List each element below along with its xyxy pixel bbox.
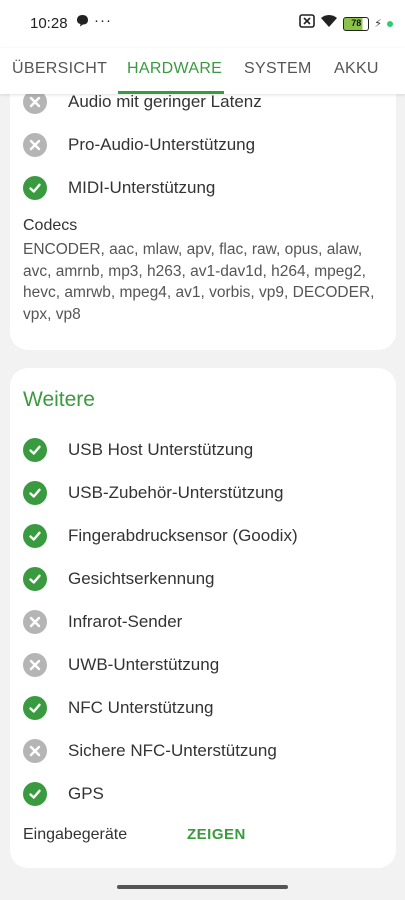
feature-row: MIDI-Unterstützung bbox=[23, 176, 215, 200]
feature-row: Audio mit geringer Latenz bbox=[23, 94, 262, 114]
supported-check-icon bbox=[23, 696, 47, 720]
other-features-card: Weitere USB Host Unterstützung USB-Zubeh… bbox=[10, 368, 396, 868]
feature-label: Fingerabdrucksensor (Goodix) bbox=[68, 526, 298, 545]
charging-icon: ⚡ bbox=[374, 18, 382, 30]
gesture-handle[interactable] bbox=[117, 885, 288, 889]
feature-row: Fingerabdrucksensor (Goodix) bbox=[23, 524, 298, 548]
supported-check-icon bbox=[23, 567, 47, 591]
supported-check-icon bbox=[23, 481, 47, 505]
feature-row: NFC Unterstützung bbox=[23, 696, 214, 720]
unsupported-icon bbox=[23, 610, 47, 634]
unsupported-icon bbox=[23, 653, 47, 677]
status-time: 10:28 bbox=[30, 15, 68, 32]
feature-row: GPS bbox=[23, 782, 104, 806]
feature-row: UWB-Unterstützung bbox=[23, 653, 219, 677]
feature-label: Gesichtserkennung bbox=[68, 569, 215, 588]
supported-check-icon bbox=[23, 524, 47, 548]
supported-check-icon bbox=[23, 176, 47, 200]
feature-label: Sichere NFC-Unterstützung bbox=[68, 741, 277, 760]
section-title: Weitere bbox=[23, 388, 95, 411]
supported-check-icon bbox=[23, 438, 47, 462]
unsupported-icon bbox=[23, 133, 47, 157]
tab-hardware[interactable]: HARDWARE bbox=[127, 60, 222, 78]
unsupported-icon bbox=[23, 739, 47, 763]
more-notifications-icon: ··· bbox=[94, 12, 112, 29]
feature-label: Infrarot-Sender bbox=[68, 612, 183, 631]
feature-row: USB-Zubehör-Unterstützung bbox=[23, 481, 283, 505]
supported-check-icon bbox=[23, 782, 47, 806]
privacy-indicator-icon bbox=[387, 20, 393, 27]
scroll-content[interactable]: Audio mit geringer Latenz Pro-Audio-Unte… bbox=[0, 94, 405, 878]
tab-overview[interactable]: ÜBERSICHT bbox=[12, 60, 107, 78]
feature-label: NFC Unterstützung bbox=[68, 698, 214, 717]
show-input-devices-button[interactable]: ZEIGEN bbox=[187, 826, 246, 843]
feature-label: MIDI-Unterstützung bbox=[68, 178, 216, 197]
feature-label: UWB-Unterstützung bbox=[68, 655, 220, 674]
active-tab-indicator bbox=[118, 91, 224, 94]
feature-label: Audio mit geringer Latenz bbox=[68, 94, 262, 111]
feature-label: USB Host Unterstützung bbox=[68, 440, 254, 459]
status-bar: 10:28 ··· 78 ⚡ bbox=[0, 0, 405, 48]
tab-battery[interactable]: AKKU bbox=[334, 60, 379, 78]
feature-label: GPS bbox=[68, 784, 104, 803]
feature-row: Gesichtserkennung bbox=[23, 567, 214, 591]
codecs-title: Codecs bbox=[23, 217, 78, 234]
battery-icon: 78 bbox=[343, 16, 370, 31]
feature-row: Infrarot-Sender bbox=[23, 610, 182, 634]
sim-off-icon bbox=[299, 14, 316, 33]
unsupported-icon bbox=[23, 94, 47, 114]
feature-label: Pro-Audio-Unterstützung bbox=[68, 135, 256, 154]
input-devices-label: Eingabegeräte bbox=[23, 826, 128, 843]
tab-bar: ÜBERSICHT HARDWARE SYSTEM AKKU bbox=[0, 48, 405, 94]
feature-label: USB-Zubehör-Unterstützung bbox=[68, 483, 284, 502]
tab-system[interactable]: SYSTEM bbox=[244, 60, 312, 78]
multimedia-card: Audio mit geringer Latenz Pro-Audio-Unte… bbox=[10, 94, 396, 350]
notification-icon bbox=[76, 14, 89, 30]
feature-row: USB Host Unterstützung bbox=[23, 438, 253, 462]
codecs-list: ENCODER, aac, mlaw, apv, flac, raw, opus… bbox=[23, 241, 375, 323]
feature-row: Pro-Audio-Unterstützung bbox=[23, 133, 255, 157]
feature-row: Sichere NFC-Unterstützung bbox=[23, 739, 277, 763]
wifi-icon bbox=[320, 14, 338, 33]
navigation-bar bbox=[0, 878, 405, 900]
status-icons: 78 ⚡ bbox=[299, 14, 393, 33]
